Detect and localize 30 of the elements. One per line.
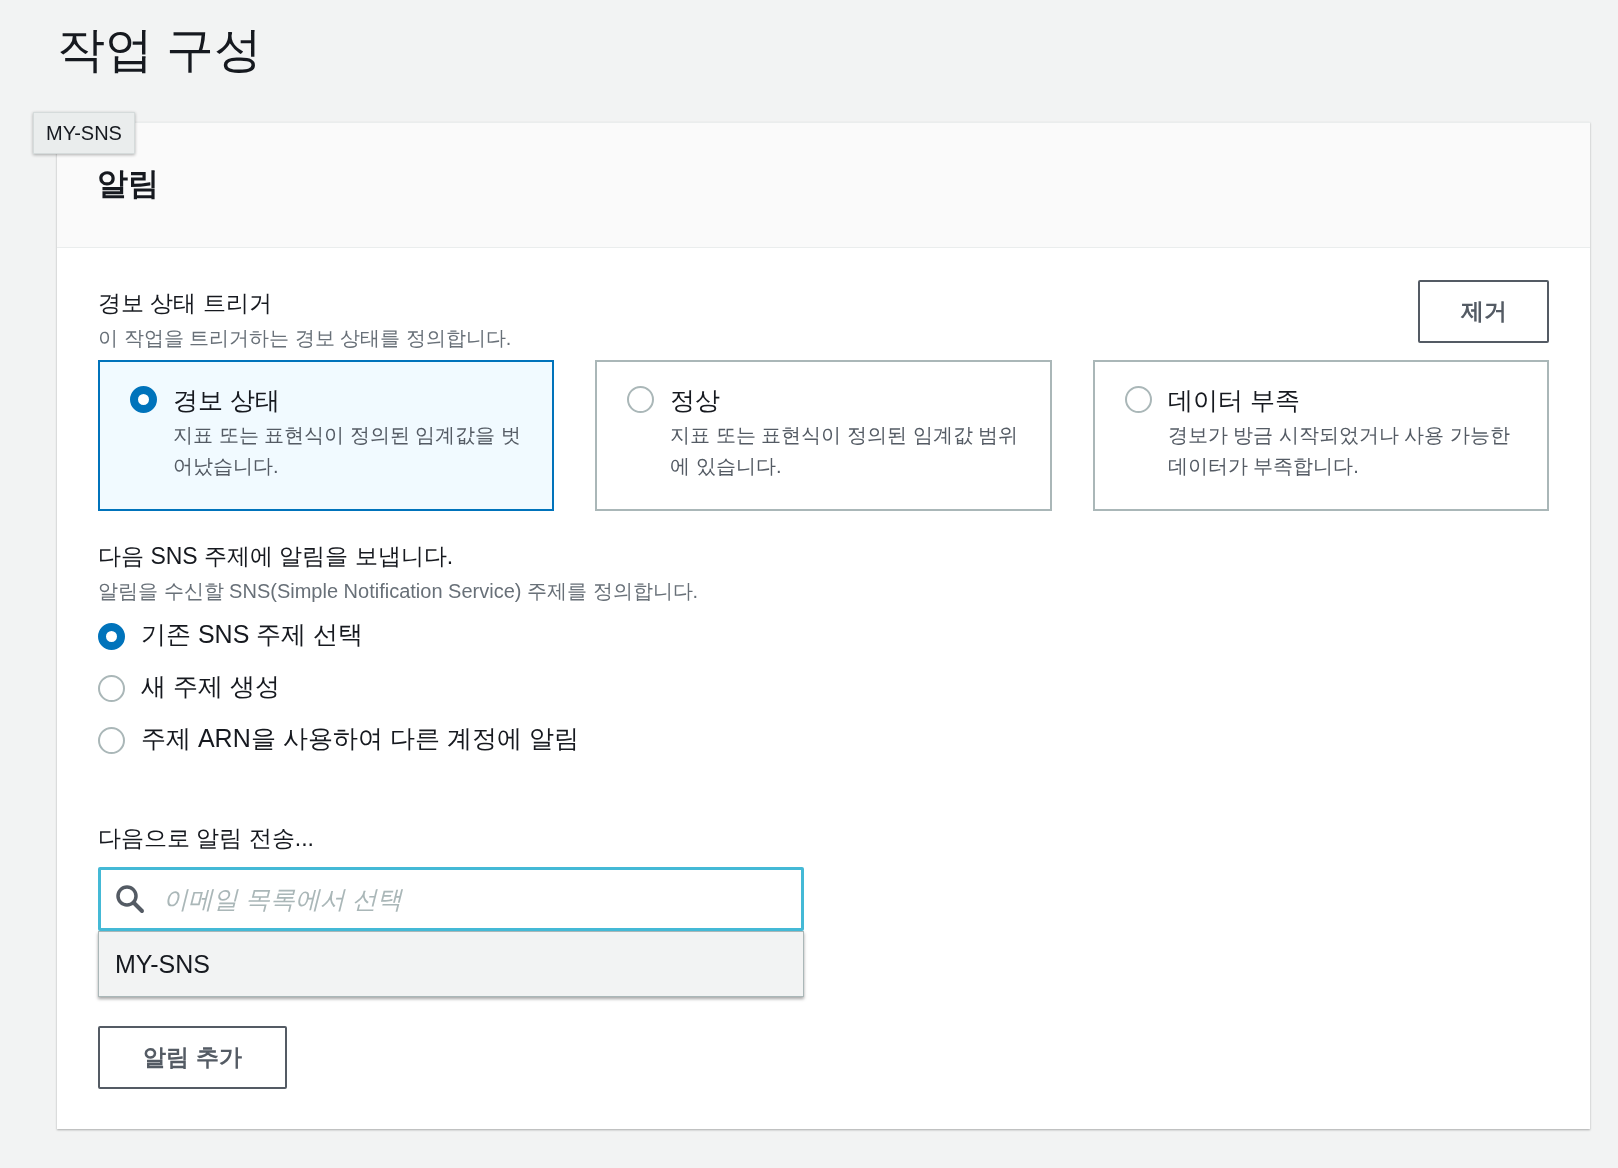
radio-button[interactable] [627, 386, 655, 413]
radio-button[interactable] [98, 622, 125, 650]
field-label: 다음으로 알림 전송... [98, 824, 315, 853]
dropdown-option[interactable]: MY-SNS [99, 932, 803, 996]
radio-button[interactable] [98, 726, 125, 754]
remove-button[interactable]: 제거 [1418, 280, 1549, 343]
radio-label: 주제 ARN을 사용하여 다른 계정에 알림 [141, 723, 579, 755]
field-description: 알림을 수신할 SNS(Simple Notification Service) 주제를 정의합니다. [98, 579, 700, 604]
option-title: 데이터 부족 [1167, 385, 1301, 416]
radio-card[interactable]: 정상 지표 또는 표현식이 정의된 임계값 범위에 있습니다. [595, 360, 1052, 511]
radio-button[interactable] [98, 674, 125, 702]
option-title: 경보 상태 [173, 385, 281, 416]
page-title: 작업 구성 [57, 22, 264, 78]
option-title: 정상 [670, 385, 722, 416]
radio-card[interactable]: 데이터 부족 경보가 방금 시작되었거나 사용 가능한 데이터가 부족합니다. [1092, 360, 1549, 511]
radio-label: 새 주제 생성 [141, 671, 280, 703]
radio-button[interactable] [130, 386, 157, 413]
field-label: 다음 SNS 주제에 알림을 보냅니다. [98, 542, 455, 571]
field-description: 이 작업을 트리거하는 경보 상태를 정의합니다. [98, 326, 512, 351]
add-notification-button[interactable]: 알림 추가 [98, 1026, 287, 1089]
radio-card[interactable]: 경보 상태 지표 또는 표현식이 정의된 임계값을 벗어났습니다. [98, 360, 555, 511]
search-icon [115, 884, 145, 914]
search-field[interactable]: 이메일 목록에서 선택 [98, 867, 804, 931]
option-description: 경보가 방금 시작되었거나 사용 가능한 데이터가 부족합니다. [1167, 423, 1511, 479]
option-description: 지표 또는 표현식이 정의된 임계값을 벗어났습니다. [173, 423, 522, 479]
radio-label: 기존 SNS 주제 선택 [141, 619, 364, 651]
field-label: 경보 상태 트리거 [98, 289, 273, 318]
option-description: 지표 또는 표현식이 정의된 임계값 범위에 있습니다. [670, 423, 1020, 479]
radio-button[interactable] [1124, 386, 1152, 413]
tooltip: MY-SNS [33, 112, 135, 154]
